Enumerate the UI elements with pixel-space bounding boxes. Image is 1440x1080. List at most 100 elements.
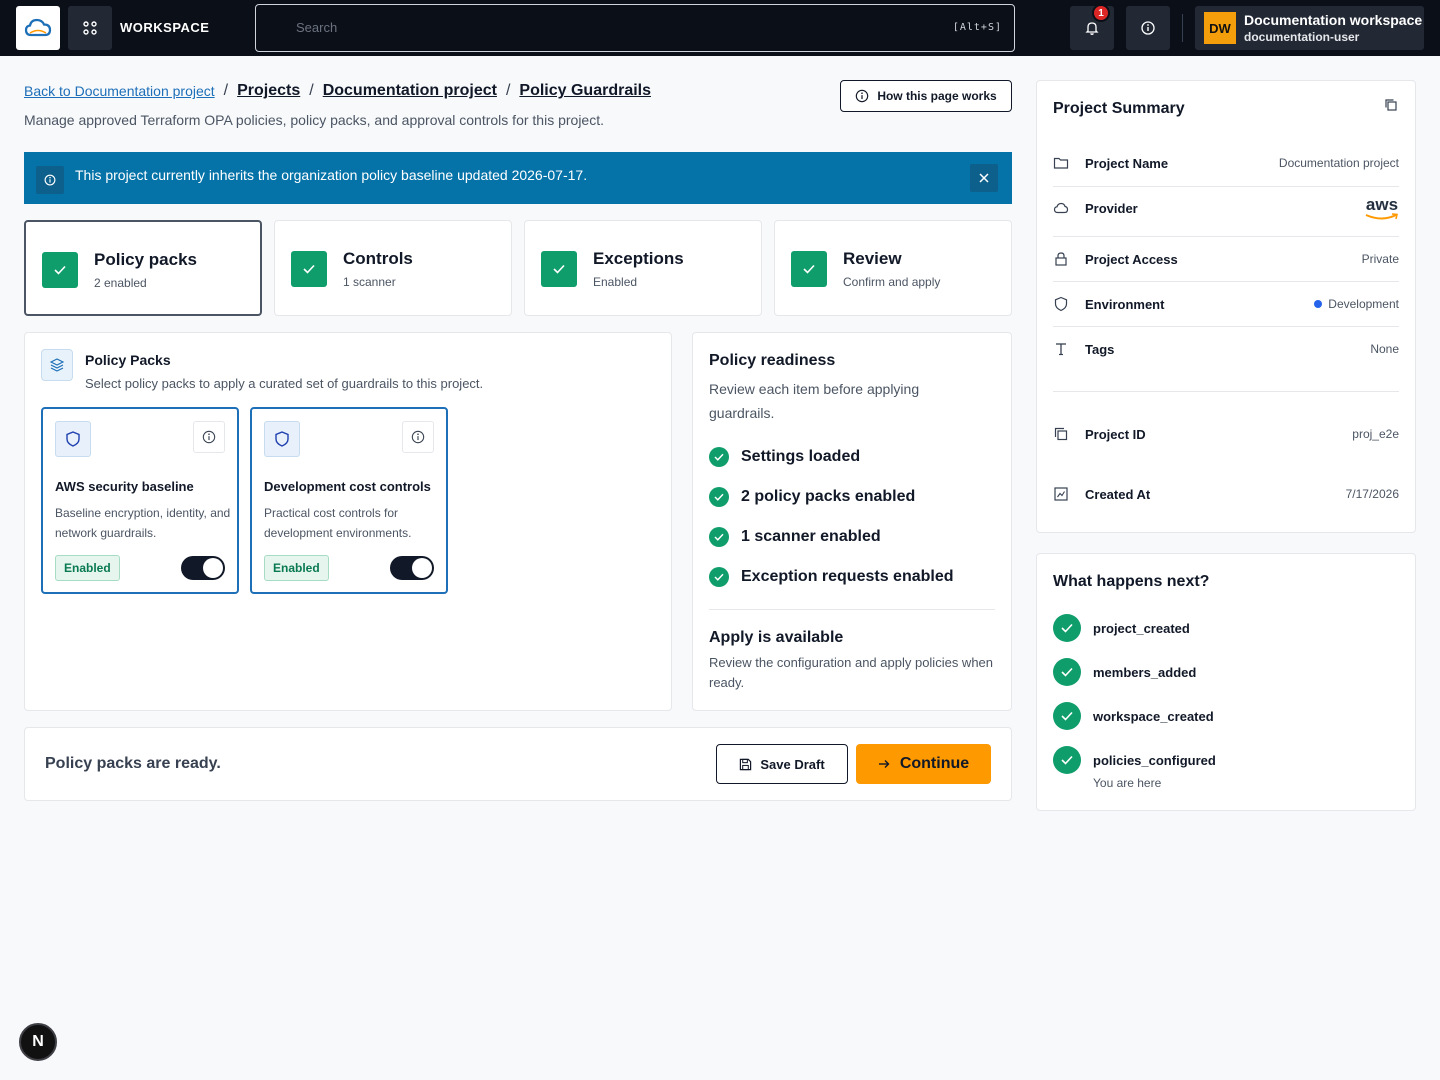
avatar: DW xyxy=(1204,12,1236,44)
readiness-item-label: 2 policy packs enabled xyxy=(741,488,916,505)
policy-packs-title: Policy Packs xyxy=(85,352,171,368)
step-controls[interactable]: Controls 1 scanner xyxy=(274,220,512,316)
step-policy-packs[interactable]: Policy packs 2 enabled xyxy=(24,220,262,316)
step-check xyxy=(791,251,827,287)
pack-card-dev-cost-controls[interactable]: Development cost controls Practical cost… xyxy=(250,407,448,594)
cloud-icon xyxy=(1053,202,1069,214)
shield-icon xyxy=(264,421,300,457)
apply-subtitle: Review the configuration and apply polic… xyxy=(709,655,994,690)
search-shortcut: [Alt+S] xyxy=(952,22,1002,33)
summary-title: Project Summary xyxy=(1053,100,1185,117)
divider xyxy=(1053,281,1399,282)
summary-row-created-at: Created At 7/17/2026 xyxy=(1053,474,1399,518)
topbar-divider xyxy=(1182,14,1183,42)
check-circle-icon xyxy=(1053,658,1081,686)
text-icon xyxy=(1056,343,1066,356)
summary-value: Development xyxy=(1328,297,1399,311)
dev-tools-button[interactable]: N xyxy=(19,1023,57,1061)
banner-text: This project currently inherits the orga… xyxy=(75,167,588,183)
summary-label: Project ID xyxy=(1085,427,1146,442)
info-icon xyxy=(202,430,216,444)
pack-info-button[interactable] xyxy=(193,421,225,453)
copy-icon[interactable] xyxy=(1383,97,1399,113)
apps-menu-button[interactable] xyxy=(68,6,112,50)
policy-readiness-panel: Policy readiness Review each item before… xyxy=(692,332,1012,711)
check-icon xyxy=(803,264,815,274)
step-subtitle: Confirm and apply xyxy=(843,275,941,289)
readiness-item: Exception requests enabled xyxy=(709,567,954,587)
summary-row-provider: Provider aws xyxy=(1053,188,1399,232)
next-step-label: members_added xyxy=(1093,664,1197,680)
step-subtitle: 2 enabled xyxy=(94,276,147,290)
toggle-knob xyxy=(203,558,223,578)
breadcrumb-separator: / xyxy=(309,82,314,99)
check-circle-icon xyxy=(709,527,729,547)
action-status: Policy packs are ready. xyxy=(45,755,221,772)
status-dot xyxy=(1314,300,1323,308)
pack-toggle[interactable] xyxy=(181,556,225,580)
project-summary-panel: Project Summary Project Name Documentati… xyxy=(1036,80,1416,533)
close-icon xyxy=(979,173,989,183)
readiness-item: 1 scanner enabled xyxy=(709,527,881,547)
lock-icon xyxy=(1055,252,1067,266)
save-icon xyxy=(740,758,752,770)
step-check xyxy=(42,252,78,288)
summary-value: None xyxy=(1370,342,1399,356)
check-icon xyxy=(303,264,315,274)
save-draft-button[interactable]: Save Draft xyxy=(716,744,848,784)
step-review[interactable]: Review Confirm and apply xyxy=(774,220,1012,316)
cloud-logo-icon xyxy=(24,18,52,37)
banner-close-button[interactable] xyxy=(970,164,998,192)
breadcrumb-project[interactable]: Documentation project xyxy=(323,82,497,100)
breadcrumb-projects[interactable]: Projects xyxy=(237,82,300,100)
workspace-label: WORKSPACE xyxy=(120,20,210,35)
summary-row-project-name: Project Name Documentation project xyxy=(1053,143,1399,187)
readiness-item-label: 1 scanner enabled xyxy=(741,528,881,545)
readiness-title: Policy readiness xyxy=(709,352,836,369)
summary-label: Tags xyxy=(1085,342,1115,357)
policy-packs-panel: Policy Packs Select policy packs to appl… xyxy=(24,332,672,711)
back-link[interactable]: Back to Documentation project xyxy=(24,83,215,99)
next-step-item: workspace_created xyxy=(1053,702,1214,730)
next-step-label: workspace_created xyxy=(1093,708,1214,724)
info-icon xyxy=(1141,21,1155,35)
help-button[interactable] xyxy=(1126,6,1170,50)
step-title: Review xyxy=(843,249,902,268)
divider xyxy=(1053,236,1399,237)
layers-icon xyxy=(41,349,73,381)
check-circle-icon xyxy=(1053,746,1081,774)
search-placeholder: Search xyxy=(296,20,338,35)
how-button-label: How this page works xyxy=(877,89,997,103)
user-name: Documentation workspace xyxy=(1244,12,1423,28)
user-menu[interactable]: DW Documentation workspace documentation… xyxy=(1195,6,1424,50)
pack-toggle[interactable] xyxy=(390,556,434,580)
step-title: Controls xyxy=(343,249,413,268)
check-circle-icon xyxy=(709,567,729,587)
pack-card-aws-security[interactable]: AWS security baseline Baseline encryptio… xyxy=(41,407,239,594)
how-this-page-works-button[interactable]: How this page works xyxy=(840,80,1012,112)
readiness-item-label: Settings loaded xyxy=(741,448,861,465)
environment-value: Development xyxy=(1314,297,1399,311)
shield-icon xyxy=(55,421,91,457)
current-step-note: You are here xyxy=(1093,776,1162,790)
breadcrumb-separator: / xyxy=(223,82,229,99)
summary-label: Created At xyxy=(1085,487,1151,502)
check-circle-icon xyxy=(1053,614,1081,642)
next-step-item: project_created xyxy=(1053,614,1190,642)
step-exceptions[interactable]: Exceptions Enabled xyxy=(524,220,762,316)
info-icon xyxy=(44,174,56,186)
banner-info xyxy=(36,166,64,194)
aws-smile-icon xyxy=(1365,213,1398,220)
pack-description: Baseline encryption, identity, and netwo… xyxy=(55,506,231,540)
next-step-label: policies_configured xyxy=(1093,752,1216,768)
provider-value: aws xyxy=(1365,195,1399,214)
notifications-button[interactable]: 1 xyxy=(1070,4,1114,50)
pack-info-button[interactable] xyxy=(402,421,434,453)
search-input[interactable]: Search [Alt+S] xyxy=(255,4,1015,52)
app-logo[interactable] xyxy=(16,6,60,50)
summary-row-access: Project Access Private xyxy=(1053,239,1399,283)
breadcrumb-current[interactable]: Policy Guardrails xyxy=(519,82,651,100)
continue-button[interactable]: Continue xyxy=(856,744,991,784)
summary-value: proj_e2e xyxy=(1352,427,1399,441)
aws-logo: aws xyxy=(1365,196,1399,221)
